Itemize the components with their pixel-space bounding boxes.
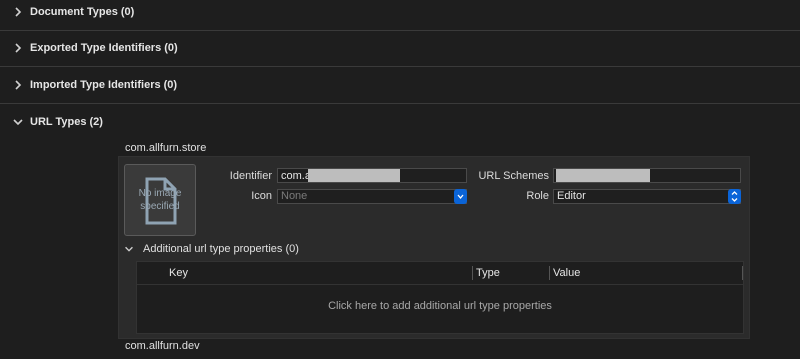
column-divider (742, 266, 743, 280)
image-well[interactable]: No image specified (124, 164, 196, 236)
url-schemes-label: URL Schemes (478, 170, 549, 182)
column-header-type[interactable]: Type (476, 262, 500, 284)
icon-select-value: None (281, 190, 308, 202)
additional-properties-header[interactable]: Additional url type properties (0) (123, 241, 299, 257)
url-schemes-field[interactable] (553, 168, 741, 183)
stepper-icon (454, 189, 467, 204)
section-title: Exported Type Identifiers (0) (30, 42, 178, 54)
redacted-block (556, 169, 650, 182)
image-well-text: No image specified (138, 188, 182, 212)
section-title: Document Types (0) (30, 6, 135, 18)
url-type-title: com.allfurn.dev (125, 340, 200, 352)
identifier-field[interactable]: com.a (277, 168, 467, 183)
section-document-types: Document Types (0) (0, 0, 800, 31)
role-select[interactable]: Editor (553, 189, 741, 204)
column-header-value[interactable]: Value (553, 262, 580, 284)
chevron-down-icon[interactable] (11, 115, 25, 129)
identifier-value: com.a (281, 170, 311, 182)
section-header-url-types[interactable]: URL Types (2) (0, 111, 103, 133)
icon-label: Icon (251, 190, 272, 202)
section-imported-types: Imported Type Identifiers (0) (0, 67, 800, 104)
section-title: URL Types (2) (30, 116, 103, 128)
redacted-block (308, 169, 400, 182)
url-type-panel: No image specified Identifier com.a Icon… (118, 156, 750, 339)
chevron-down-icon[interactable] (123, 243, 135, 255)
url-type-title: com.allfurn.store (125, 142, 207, 154)
role-label: Role (526, 190, 549, 202)
column-header-key[interactable]: Key (169, 262, 188, 284)
section-header-exported-types[interactable]: Exported Type Identifiers (0) (0, 37, 178, 59)
column-divider (472, 266, 473, 280)
additional-properties-table: Key Type Value Click here to add additio… (136, 261, 744, 334)
section-title: Imported Type Identifiers (0) (30, 79, 178, 91)
chevron-right-icon[interactable] (11, 78, 25, 92)
section-header-imported-types[interactable]: Imported Type Identifiers (0) (0, 74, 177, 96)
add-property-placeholder[interactable]: Click here to add additional url type pr… (137, 300, 743, 312)
role-select-value: Editor (557, 190, 586, 202)
stepper-icon (728, 189, 741, 204)
identifier-label: Identifier (229, 170, 272, 182)
chevron-right-icon[interactable] (11, 41, 25, 55)
chevron-right-icon[interactable] (11, 5, 25, 19)
section-exported-types: Exported Type Identifiers (0) (0, 30, 800, 67)
column-divider (549, 266, 550, 280)
header-divider (137, 284, 743, 285)
icon-select[interactable]: None (277, 189, 467, 204)
section-header-document-types[interactable]: Document Types (0) (0, 1, 134, 23)
additional-properties-title: Additional url type properties (0) (143, 243, 299, 255)
